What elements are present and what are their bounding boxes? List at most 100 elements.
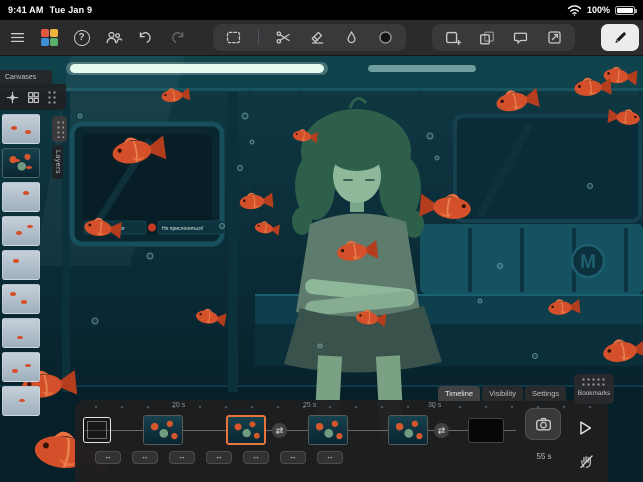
drag-handle-icon[interactable] [47, 90, 56, 105]
canvas-thumbnail[interactable] [2, 352, 40, 382]
canvas-thumbnail[interactable] [2, 250, 40, 280]
timeline-tab-bar: Timeline Visibility Settings [438, 386, 566, 401]
ruler-time-label: 25 s [303, 402, 316, 409]
canvas-thumbnail[interactable] [2, 284, 40, 314]
frame-spacing-button[interactable]: ↔ [132, 451, 158, 464]
frame-spacing-button[interactable]: ↔ [95, 451, 121, 464]
timeline-frame[interactable] [308, 415, 348, 445]
redo-button[interactable] [168, 26, 187, 50]
layers-tab[interactable]: Layers [52, 116, 67, 179]
link-icon [274, 425, 285, 436]
main-toolbar: ? [0, 20, 643, 56]
grid-icon[interactable] [26, 90, 41, 105]
menu-button[interactable] [8, 26, 27, 50]
canvas-thumbnail[interactable] [2, 114, 40, 144]
wifi-icon [567, 4, 582, 16]
timeline-frame[interactable] [226, 415, 266, 445]
canvases-panel-header: Canvases [0, 70, 52, 84]
comment-button[interactable] [511, 26, 530, 50]
select-tool-button[interactable] [224, 26, 243, 50]
status-time-date: 9:41 AM Tue Jan 9 [8, 5, 92, 15]
battery-percent: 100% [587, 5, 610, 15]
timeline-tab[interactable]: Visibility [482, 386, 523, 401]
canvas-thumbnail[interactable] [2, 148, 40, 178]
frame-spacing-button[interactable]: ↔ [206, 451, 232, 464]
timeline-tab[interactable]: Timeline [438, 386, 480, 401]
community-icon [105, 29, 123, 46]
timeline-tab[interactable]: Settings [525, 386, 566, 401]
timeline-frame[interactable] [388, 415, 428, 445]
select-icon [225, 29, 242, 46]
play-icon [576, 419, 594, 437]
help-button[interactable]: ? [72, 26, 91, 50]
status-bar: 9:41 AM Tue Jan 9 100% [0, 0, 643, 20]
layers-label: Layers [52, 145, 63, 179]
ruler-time-label: 20 s [172, 402, 185, 409]
timeline-frame[interactable] [434, 423, 449, 438]
move-icon[interactable] [5, 90, 20, 105]
frame-spacing-button[interactable]: ↔ [317, 451, 343, 464]
play-button[interactable] [573, 416, 597, 440]
brush-icon [612, 29, 629, 46]
timeline-frame[interactable] [143, 415, 183, 445]
logo-square [41, 38, 49, 46]
transform-icon [546, 29, 563, 46]
add-frame-button[interactable] [443, 26, 462, 50]
logo-square [50, 29, 58, 37]
timeline-frame[interactable] [83, 417, 111, 443]
cut-tool-button[interactable] [274, 26, 293, 50]
status-date: Tue Jan 9 [50, 5, 93, 15]
canvas-thumbnail[interactable] [2, 216, 40, 246]
undo-button[interactable] [136, 26, 155, 50]
bookmarks-label: Bookmarks [578, 390, 611, 397]
transform-button[interactable] [545, 26, 564, 50]
menu-icon [9, 29, 26, 46]
frame-spacing-button[interactable]: ↔ [280, 451, 306, 464]
spacing-icon: ↔ [104, 452, 112, 461]
canvas-thumbnail[interactable] [2, 386, 40, 416]
bookmark-grid-icon [581, 377, 607, 388]
color-swatch-icon [377, 29, 394, 46]
duplicate-icon [478, 29, 496, 47]
comment-icon [512, 29, 529, 46]
frame-spacing-button[interactable]: ↔ [243, 451, 269, 464]
canvas-thumbnail[interactable] [2, 318, 40, 348]
spacing-icon: ↔ [326, 452, 334, 461]
timeline-frame[interactable] [272, 423, 287, 438]
community-button[interactable] [104, 26, 123, 50]
active-brush-tool-button[interactable] [601, 24, 639, 51]
fill-tool-button[interactable] [342, 26, 361, 50]
bookmarks-panel[interactable]: Bookmarks [574, 374, 614, 404]
help-icon: ? [74, 30, 90, 46]
frame-spacing-button[interactable]: ↔ [169, 451, 195, 464]
timeline-frame[interactable] [468, 418, 504, 443]
toolbar-divider [258, 30, 259, 45]
spacing-icon: ↔ [215, 452, 223, 461]
app-logo-button[interactable] [40, 26, 59, 50]
frame-tool-group [432, 24, 575, 51]
battery-icon [615, 6, 635, 15]
color-swatch-button[interactable] [376, 26, 395, 50]
app-screen: 9:41 AM Tue Jan 9 100% ? [0, 0, 643, 482]
ruler-time-label: 30 s [428, 402, 441, 409]
touch-disable-button[interactable] [575, 450, 597, 472]
timeline-camera-button[interactable] [525, 408, 561, 440]
spacing-icon: ↔ [141, 452, 149, 461]
add-frame-icon [444, 29, 462, 47]
spacing-icon: ↔ [289, 452, 297, 461]
metro-logo: M [580, 252, 596, 273]
eraser-tool-button[interactable] [308, 26, 327, 50]
camera-icon [534, 415, 553, 433]
eraser-icon [309, 29, 326, 46]
timeline-tab-label: Settings [532, 389, 559, 398]
duplicate-frame-button[interactable] [477, 26, 496, 50]
canvas-thumbnail[interactable] [2, 182, 40, 212]
door-sign-ru: Не прислоняться! [162, 226, 203, 232]
link-icon [436, 425, 447, 436]
logo-square [41, 29, 49, 37]
logo-square [50, 38, 58, 46]
canvases-thumbnail-list [2, 114, 42, 420]
timeline-tab-label: Visibility [489, 389, 516, 398]
redo-icon [169, 29, 186, 46]
layers-drag-handle[interactable] [52, 116, 67, 142]
